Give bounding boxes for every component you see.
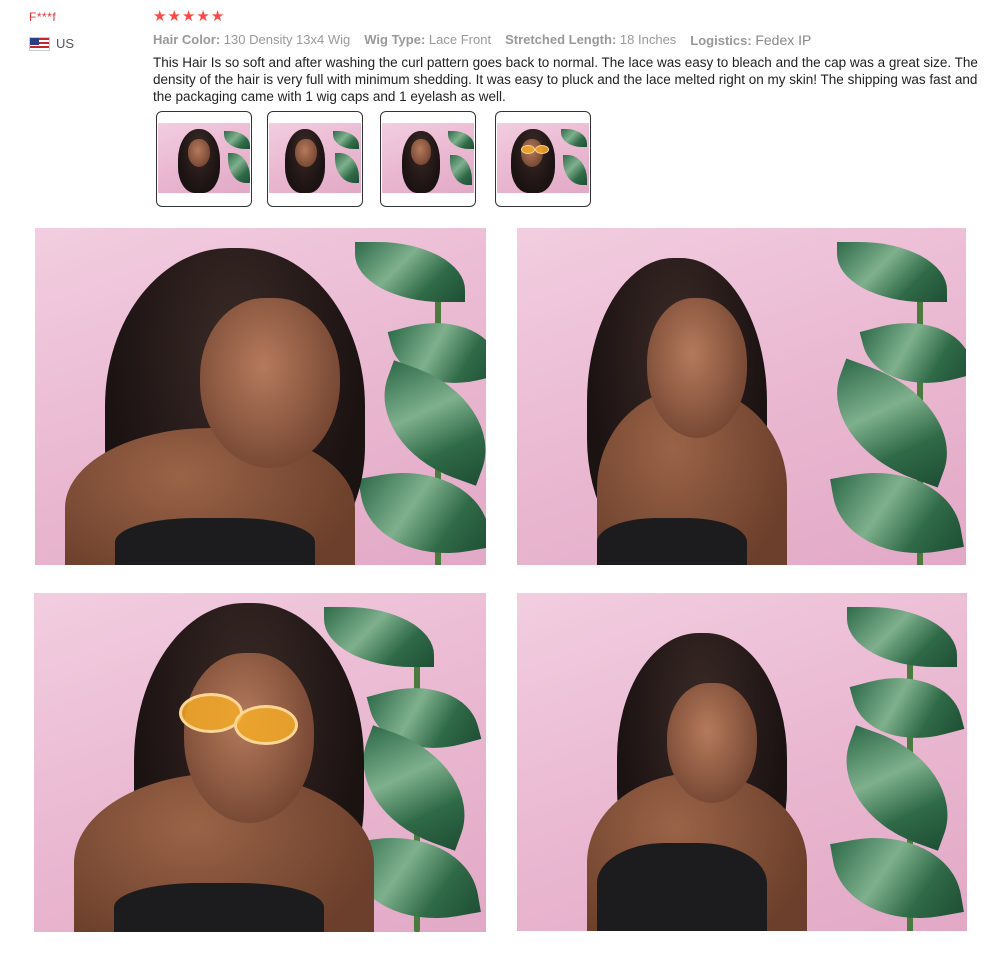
review-photo-1[interactable] xyxy=(35,228,486,565)
attribute-value: Fedex IP xyxy=(755,32,812,48)
thumbnail-4[interactable] xyxy=(495,111,591,207)
review-text: This Hair Is so soft and after washing t… xyxy=(153,55,978,104)
country-label: US xyxy=(56,36,75,51)
reviewer-info: F***f US xyxy=(29,10,139,51)
reviewer-country: US xyxy=(29,36,139,51)
star-icon: ★ xyxy=(196,8,210,25)
thumbnail-2[interactable] xyxy=(267,111,363,207)
attribute-key: Stretched Length: xyxy=(505,32,617,47)
attribute-value: Lace Front xyxy=(428,32,492,47)
thumbnail-1[interactable] xyxy=(156,111,252,207)
review-photo-2[interactable] xyxy=(517,228,966,565)
thumbnail-image xyxy=(269,123,361,193)
attribute-key: Hair Color: xyxy=(153,32,221,47)
star-icon: ★ xyxy=(167,8,181,25)
review-photo-3[interactable] xyxy=(34,593,486,932)
star-rating: ★ ★ ★ ★ ★ xyxy=(153,9,224,25)
review-photo-4[interactable] xyxy=(517,593,967,931)
thumbnail-3[interactable] xyxy=(380,111,476,207)
attribute-stretched-length: Stretched Length: 18 Inches xyxy=(505,32,676,48)
thumbnail-image xyxy=(382,123,474,193)
order-attributes: Hair Color: 130 Density 13x4 Wig Wig Typ… xyxy=(153,32,811,48)
reviewer-name: F***f xyxy=(29,10,57,24)
thumbnail-image xyxy=(158,123,250,193)
attribute-key: Logistics: xyxy=(690,33,752,48)
attribute-wig-type: Wig Type: Lace Front xyxy=(364,32,491,48)
star-icon: ★ xyxy=(153,8,167,25)
star-icon: ★ xyxy=(210,8,225,25)
star-icon: ★ xyxy=(181,8,196,25)
attribute-logistics: Logistics: Fedex IP xyxy=(690,32,811,48)
thumbnail-image xyxy=(497,123,589,193)
attribute-hair-color: Hair Color: 130 Density 13x4 Wig xyxy=(153,32,350,48)
attribute-value: 130 Density 13x4 Wig xyxy=(223,32,351,47)
attribute-value: 18 Inches xyxy=(619,32,677,47)
us-flag-icon xyxy=(29,36,50,51)
attribute-key: Wig Type: xyxy=(364,32,426,47)
